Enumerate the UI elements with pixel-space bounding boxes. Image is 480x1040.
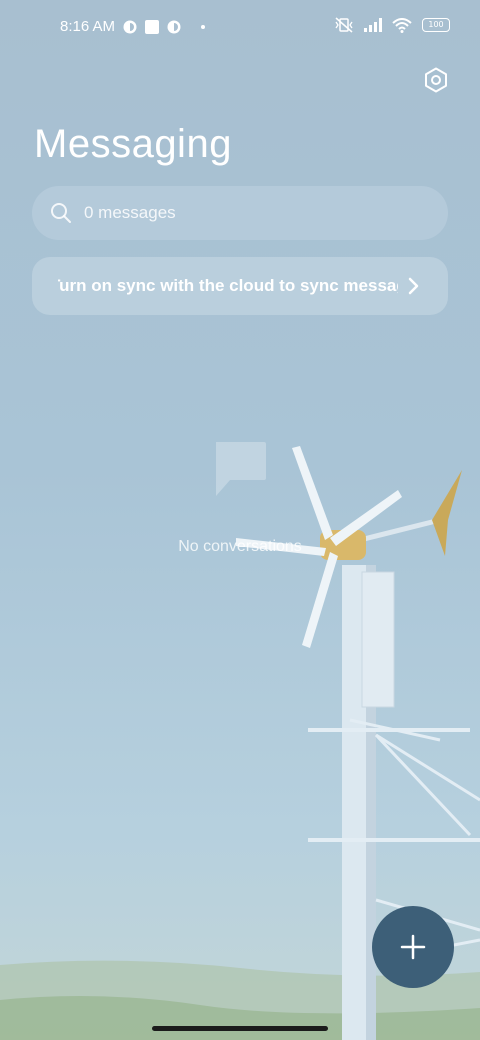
notification-icon [123, 20, 137, 33]
new-message-button[interactable] [372, 906, 454, 988]
notification-icon [167, 20, 181, 33]
chat-bubble-icon [216, 442, 266, 496]
square-icon [145, 19, 160, 34]
wifi-icon [392, 17, 412, 33]
search-input[interactable]: 0 messages [84, 203, 176, 223]
home-indicator[interactable] [152, 1026, 328, 1031]
settings-hex-icon [425, 67, 447, 93]
status-time: 8:16 AM [60, 18, 116, 35]
status-bar: 8:16 AM 100 [0, 0, 480, 56]
empty-state: No conversations [150, 440, 330, 556]
signal-icon [364, 18, 382, 32]
chevron-right-icon [408, 277, 419, 295]
status-dot [201, 24, 206, 29]
status-right: 100 [334, 17, 450, 33]
vibrate-off-icon [335, 17, 353, 33]
status-left: 8:16 AM [60, 18, 206, 35]
empty-state-text: No conversations [178, 538, 302, 555]
battery-level: 100 [428, 20, 444, 29]
sync-banner[interactable]: Turn on sync with the cloud to sync mess… [32, 257, 448, 315]
battery-icon: 100 [422, 18, 450, 32]
search-icon [51, 203, 71, 223]
sync-banner-text: Turn on sync with the cloud to sync mess… [58, 276, 398, 295]
plus-icon [400, 934, 426, 960]
page-title: Messaging [34, 122, 232, 166]
search-bar[interactable]: 0 messages [32, 186, 448, 240]
settings-button[interactable] [420, 64, 452, 96]
